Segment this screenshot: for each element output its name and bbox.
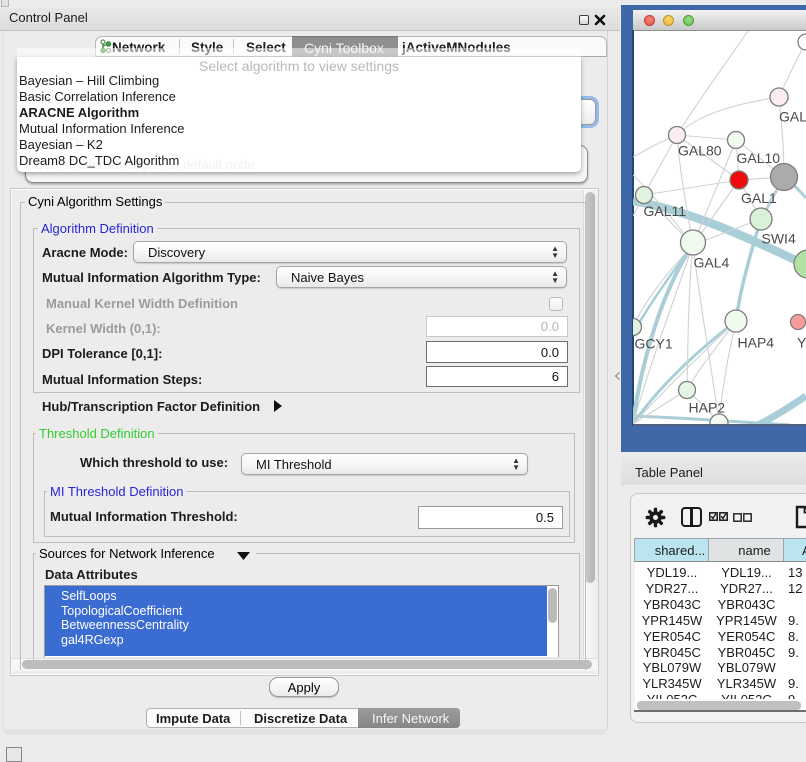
svg-text:GAL2: GAL2 — [779, 109, 806, 125]
svg-text:GAL11: GAL11 — [644, 203, 687, 219]
svg-text:Y: Y — [797, 335, 806, 351]
svg-text:GAL80: GAL80 — [678, 143, 722, 159]
svg-text:GAL10: GAL10 — [737, 150, 781, 166]
svg-text:GAL4: GAL4 — [694, 255, 730, 271]
svg-text:HAP4: HAP4 — [738, 335, 775, 351]
svg-text:SWI4: SWI4 — [762, 231, 796, 247]
svg-text:GAL1: GAL1 — [741, 190, 777, 206]
svg-text:HAP2: HAP2 — [689, 400, 726, 416]
svg-text:GCY1: GCY1 — [635, 336, 673, 352]
